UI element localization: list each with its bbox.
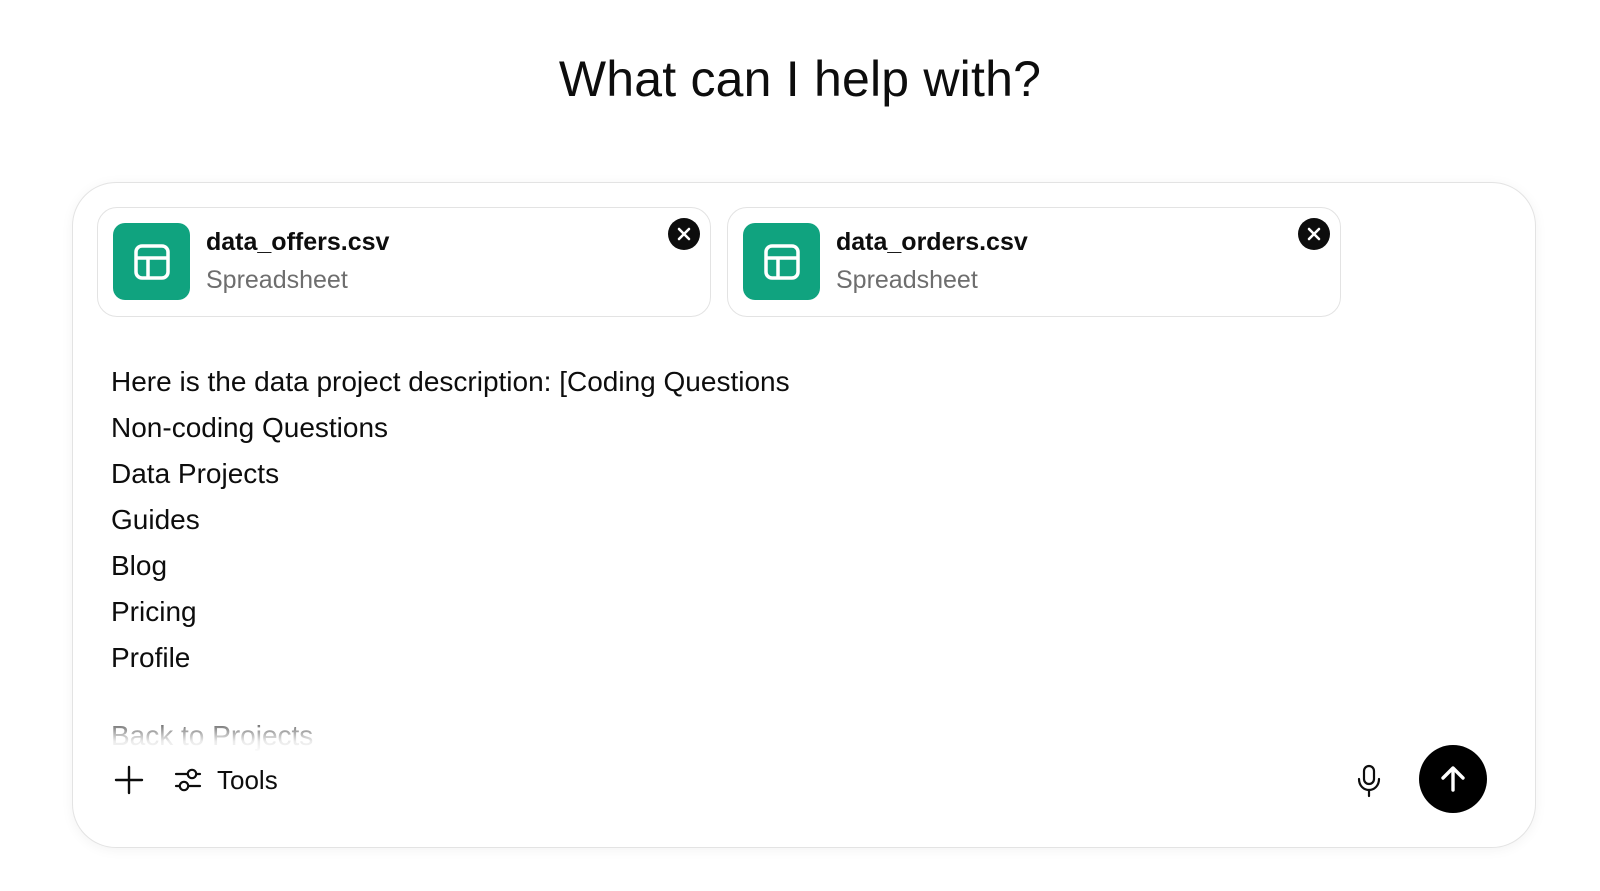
message-line: Here is the data project description: [C… bbox=[111, 366, 790, 397]
attachment-file-type: Spreadsheet bbox=[206, 266, 348, 294]
tools-button[interactable]: Tools bbox=[173, 760, 278, 800]
page: What can I help with? data_offers.csv Sp… bbox=[0, 0, 1600, 891]
attachment-card[interactable]: data_offers.csv Spreadsheet bbox=[97, 207, 711, 317]
plus-icon bbox=[114, 765, 144, 795]
message-input[interactable]: Here is the data project description: [C… bbox=[111, 359, 1491, 751]
composer-toolbar: Tools bbox=[109, 759, 278, 801]
attachment-card[interactable]: data_orders.csv Spreadsheet bbox=[727, 207, 1341, 317]
attachment-file-type: Spreadsheet bbox=[836, 266, 978, 294]
message-line: Profile bbox=[111, 642, 191, 673]
microphone-icon bbox=[1357, 764, 1381, 798]
remove-attachment-button[interactable] bbox=[668, 218, 700, 250]
attachment-file-name: data_orders.csv bbox=[836, 228, 1028, 256]
message-line: Back to Projects bbox=[111, 720, 314, 751]
tools-label: Tools bbox=[217, 764, 278, 795]
chat-composer: data_offers.csv Spreadsheet data_orders.… bbox=[72, 182, 1536, 848]
attachment-file-name: data_offers.csv bbox=[206, 228, 390, 256]
message-line: Pricing bbox=[111, 596, 197, 627]
voice-input-button[interactable] bbox=[1349, 761, 1389, 801]
message-line: Non-coding Questions bbox=[111, 412, 389, 443]
arrow-up-icon bbox=[1441, 766, 1465, 792]
page-heading: What can I help with? bbox=[558, 51, 1042, 107]
remove-attachment-button[interactable] bbox=[1298, 218, 1330, 250]
message-line: Data Projects bbox=[111, 458, 280, 489]
spreadsheet-icon bbox=[743, 223, 820, 300]
message-line: Guides bbox=[111, 504, 200, 535]
message-line: Blog bbox=[111, 550, 168, 581]
sliders-icon bbox=[174, 768, 202, 792]
send-button[interactable] bbox=[1419, 745, 1487, 813]
close-icon bbox=[1307, 227, 1321, 241]
spreadsheet-icon bbox=[113, 223, 190, 300]
close-icon bbox=[677, 227, 691, 241]
add-attachment-button[interactable] bbox=[109, 760, 149, 800]
